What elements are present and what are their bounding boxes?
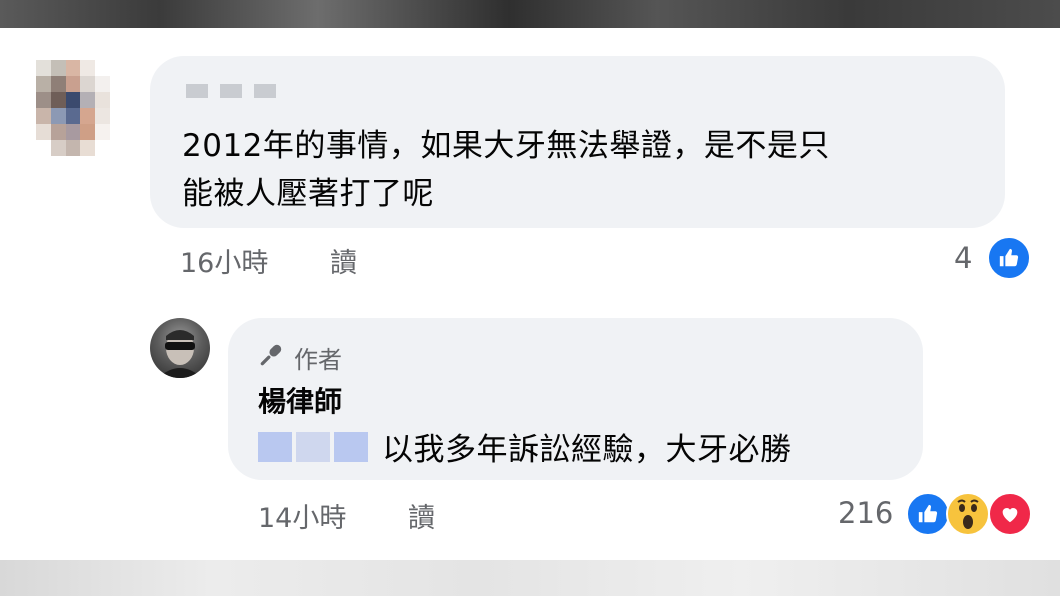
- comment-timestamp[interactable]: 16小時: [180, 241, 268, 280]
- avatar-pixelated[interactable]: [36, 60, 110, 156]
- author-name[interactable]: 楊律師: [258, 380, 342, 420]
- blurred-bottom-band: [0, 560, 1060, 596]
- author-avatar[interactable]: [150, 318, 210, 378]
- heart-icon[interactable]: [988, 492, 1032, 536]
- like-icon[interactable]: [906, 492, 950, 536]
- reply-text-row: 以我多年訴訟經驗，大牙必勝: [258, 424, 792, 469]
- reply-timestamp[interactable]: 14小時: [258, 496, 346, 535]
- like-icon[interactable]: [987, 236, 1031, 280]
- reply-reaction-count[interactable]: 216: [838, 496, 893, 530]
- wow-icon[interactable]: [946, 492, 990, 536]
- redacted-mention[interactable]: [258, 431, 368, 462]
- redacted-commenter-name[interactable]: [186, 82, 278, 100]
- reply-bubble: 作者 楊律師 以我多年訴訟經驗，大牙必勝: [228, 318, 923, 480]
- comment-text-line-1: 2012年的事情，如果大牙無法舉證，是不是只: [182, 128, 830, 164]
- read-button[interactable]: 讀: [330, 241, 357, 280]
- comment-bubble: 2012年的事情，如果大牙無法舉證，是不是只 能被人壓著打了呢: [150, 56, 1005, 228]
- reply-text: 以我多年訴訟經驗，大牙必勝: [382, 432, 792, 468]
- reaction-count[interactable]: 4: [954, 241, 972, 275]
- reply-read-button[interactable]: 讀: [408, 496, 435, 535]
- microphone-icon: [258, 342, 284, 374]
- comment-text-line-2: 能被人壓著打了呢: [182, 176, 434, 212]
- author-badge-label: 作者: [294, 346, 342, 374]
- blurred-top-band: [0, 0, 1060, 28]
- author-badge: 作者: [258, 340, 342, 375]
- comment-text: 2012年的事情，如果大牙無法舉證，是不是只 能被人壓著打了呢: [182, 122, 982, 218]
